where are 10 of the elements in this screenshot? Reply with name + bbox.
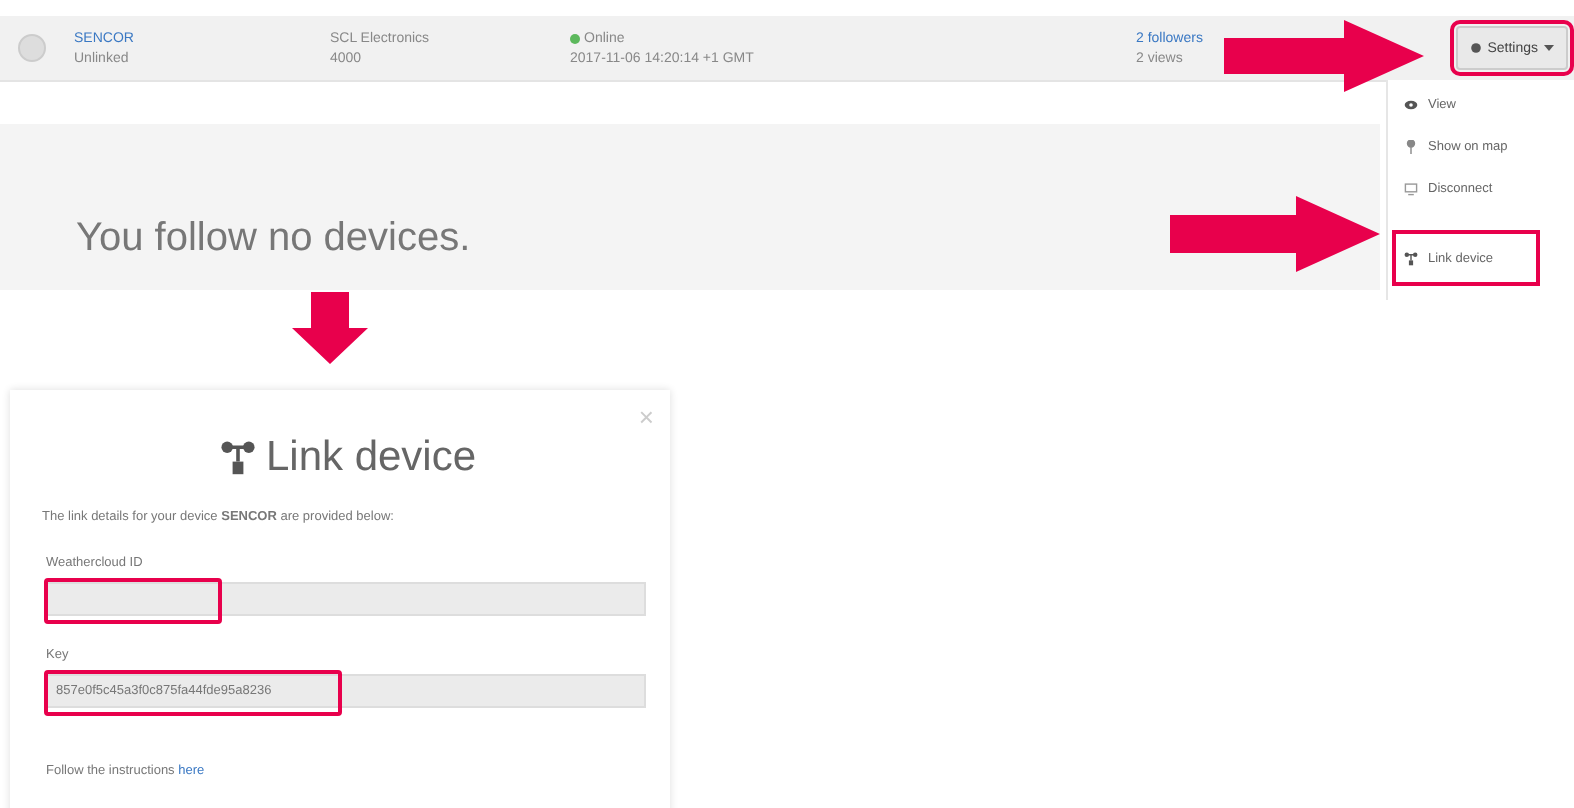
caret-icon (1544, 44, 1554, 52)
empty-message: You follow no devices. (76, 216, 471, 262)
device-icon (18, 34, 46, 62)
network-icon (219, 440, 256, 476)
map-pin-icon (1404, 139, 1418, 153)
eye-icon (1404, 97, 1418, 111)
dialog-title: Link device (265, 434, 477, 482)
monitor-icon (1404, 181, 1418, 195)
status-dot (570, 33, 580, 43)
annotation-arrow (292, 292, 368, 364)
